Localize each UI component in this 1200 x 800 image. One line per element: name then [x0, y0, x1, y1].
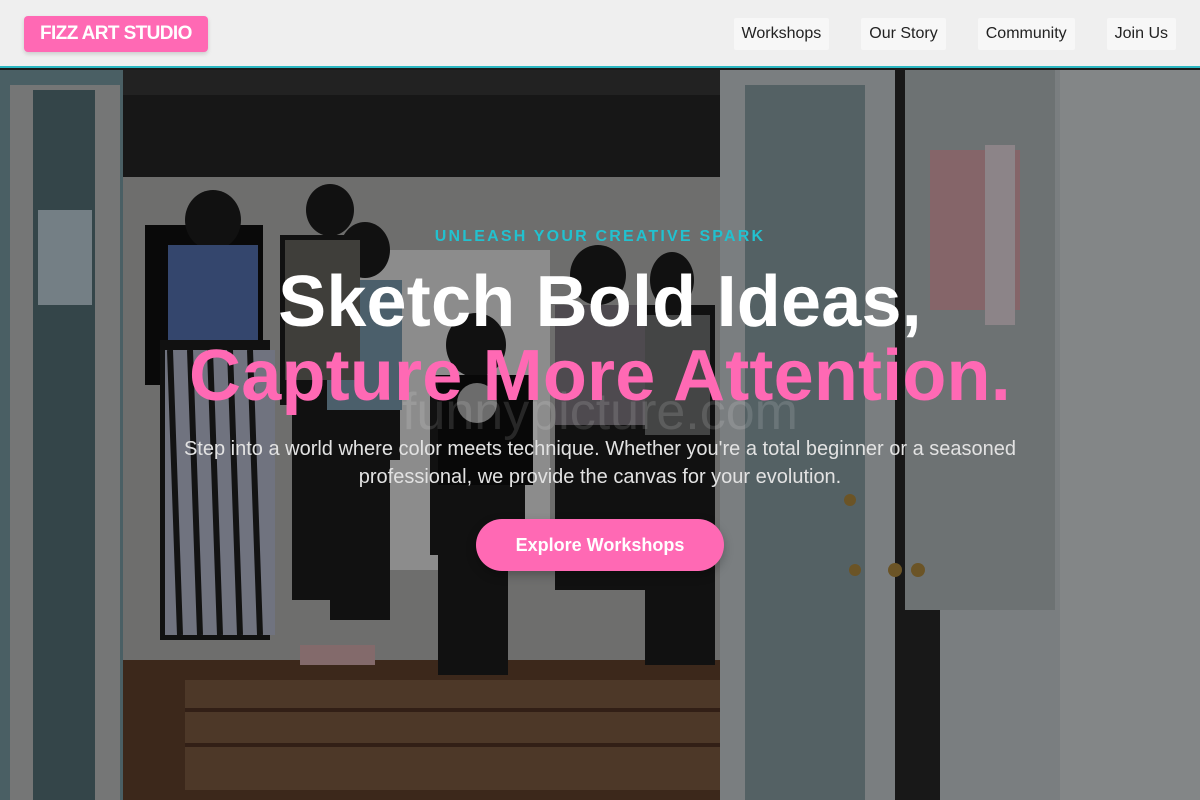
- hero-headline-line-2: Capture More Attention.: [189, 336, 1011, 416]
- hero-section: funnypicture.com UNLEASH YOUR CREATIVE S…: [0, 70, 1200, 800]
- hero-eyebrow: UNLEASH YOUR CREATIVE SPARK: [434, 228, 766, 245]
- nav-community[interactable]: Community: [977, 18, 1075, 50]
- main-nav: Workshops Our Story Community Join Us: [733, 18, 1176, 50]
- landing-page: FIZZ ART STUDIO Workshops Our Story Comm…: [0, 0, 1200, 800]
- hero-subtext: Step into a world where color meets tech…: [183, 438, 1017, 488]
- explore-workshops-button[interactable]: Explore Workshops: [475, 519, 725, 571]
- hero-headline: Sketch Bold Ideas, Capture More Attentio…: [0, 266, 1200, 412]
- nav-our-story[interactable]: Our Story: [861, 18, 946, 50]
- nav-join-us[interactable]: Join Us: [1106, 18, 1176, 50]
- site-header: FIZZ ART STUDIO Workshops Our Story Comm…: [0, 0, 1200, 68]
- brand-logo[interactable]: FIZZ ART STUDIO: [24, 16, 208, 52]
- hero-content: UNLEASH YOUR CREATIVE SPARK Sketch Bold …: [0, 228, 1200, 571]
- hero-headline-line-1: Sketch Bold Ideas,: [278, 262, 922, 342]
- nav-workshops[interactable]: Workshops: [733, 18, 830, 50]
